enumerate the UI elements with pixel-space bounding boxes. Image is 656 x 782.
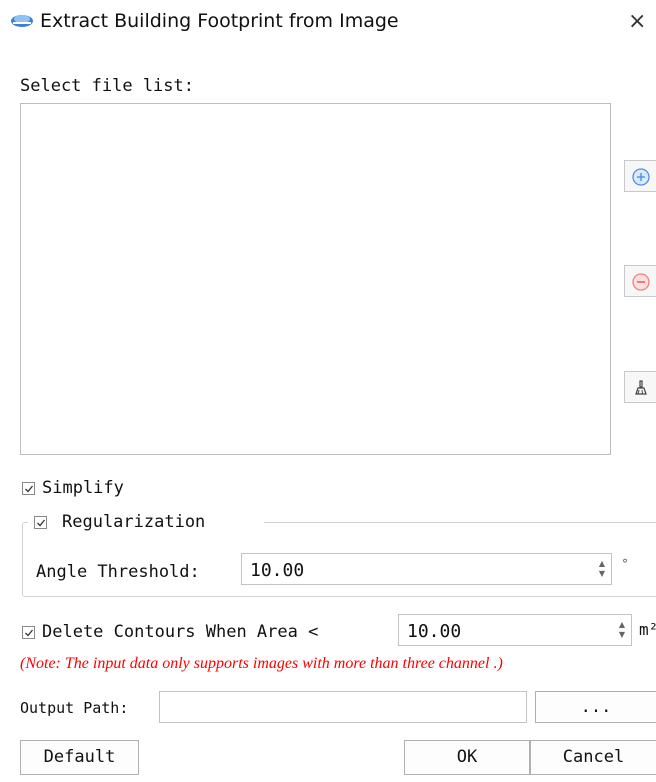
remove-file-button[interactable] bbox=[624, 265, 656, 297]
angle-threshold-label: Angle Threshold: bbox=[36, 562, 200, 582]
window-title: Extract Building Footprint from Image bbox=[40, 10, 399, 32]
close-button[interactable]: × bbox=[628, 8, 656, 36]
simplify-label: Simplify bbox=[42, 478, 124, 498]
input-note: (Note: The input data only supports imag… bbox=[20, 655, 503, 672]
app-logo-icon bbox=[9, 12, 35, 28]
clear-list-button[interactable] bbox=[624, 371, 656, 403]
spin-arrows-icon[interactable]: ▲ ▼ bbox=[599, 559, 605, 579]
angle-threshold-input[interactable]: 10.00 ▲ ▼ bbox=[241, 553, 612, 585]
checkmark-icon bbox=[37, 519, 46, 527]
browse-button[interactable]: ... bbox=[535, 691, 656, 723]
title-bar: Extract Building Footprint from Image × bbox=[0, 0, 656, 46]
area-threshold-input[interactable]: 10.00 ▲ ▼ bbox=[398, 614, 632, 646]
file-list-label: Select file list: bbox=[20, 76, 194, 96]
delete-contours-label: Delete Contours When Area < bbox=[42, 622, 319, 642]
simplify-checkbox[interactable] bbox=[22, 482, 35, 495]
delete-contours-checkbox[interactable] bbox=[22, 626, 35, 639]
area-threshold-value: 10.00 bbox=[407, 621, 462, 642]
degree-unit: ° bbox=[622, 557, 628, 571]
angle-threshold-value: 10.00 bbox=[250, 560, 305, 581]
checkmark-icon bbox=[25, 485, 34, 493]
checkmark-icon bbox=[25, 629, 34, 637]
regularization-label: Regularization bbox=[62, 512, 206, 532]
default-button[interactable]: Default bbox=[20, 740, 139, 775]
output-path-input[interactable] bbox=[159, 691, 527, 723]
ok-button[interactable]: OK bbox=[404, 740, 530, 775]
regularization-checkbox[interactable] bbox=[34, 516, 47, 529]
file-list-box[interactable] bbox=[20, 103, 611, 455]
cancel-button[interactable]: Cancel bbox=[530, 740, 656, 775]
area-unit: m² bbox=[639, 620, 656, 639]
add-file-button[interactable] bbox=[624, 160, 656, 192]
output-path-label: Output Path: bbox=[20, 699, 129, 717]
spin-arrows-icon[interactable]: ▲ ▼ bbox=[619, 620, 625, 640]
